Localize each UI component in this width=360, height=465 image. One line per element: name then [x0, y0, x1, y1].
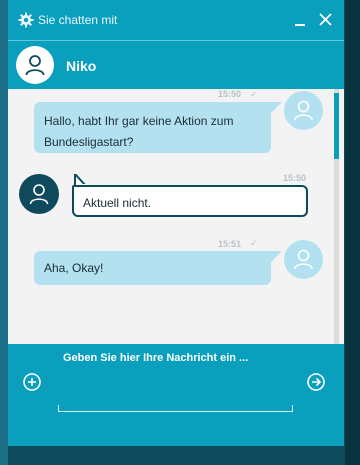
- agent-message-avatar: [19, 174, 59, 214]
- window-title: Sie chatten mit: [38, 13, 118, 27]
- agent-message-bubble: Aktuell nicht.: [72, 185, 308, 217]
- message-text: Aktuell nicht.: [83, 196, 152, 210]
- user-avatar: [284, 240, 323, 279]
- user-icon: [294, 100, 313, 121]
- page-background-left: [0, 0, 8, 465]
- message-input[interactable]: Geben Sie hier Ihre Nachricht ein ...: [63, 352, 248, 364]
- message-text: Hallo, habt Ihr gar keine Aktion zum Bun…: [44, 114, 234, 149]
- message-timestamp: 15:51: [218, 239, 242, 249]
- title-bar: Sie chatten mit: [8, 0, 344, 41]
- user-icon: [294, 249, 313, 270]
- user-icon: [29, 184, 49, 205]
- user-message-bubble: Aha, Okay!: [34, 251, 271, 285]
- user-icon: [25, 55, 45, 76]
- message-timestamp: 15:50: [218, 89, 242, 99]
- page-background-right: [345, 0, 360, 465]
- user-message-bubble: Hallo, habt Ihr gar keine Aktion zum Bun…: [34, 102, 271, 153]
- message-timestamp: 15:50: [283, 173, 307, 183]
- agent-avatar: [16, 46, 54, 84]
- chat-widget: Sie chatten mit Niko 15:50 ✓ Hallo, habt…: [8, 0, 344, 446]
- bubble-tail: [271, 102, 282, 113]
- gear-icon[interactable]: [18, 12, 34, 28]
- read-check-icon: ✓: [250, 238, 258, 248]
- agent-header: Niko: [8, 41, 344, 89]
- minimize-icon[interactable]: [295, 24, 305, 26]
- close-icon[interactable]: [319, 13, 332, 26]
- scrollbar-thumb[interactable]: [334, 93, 339, 159]
- bubble-tail: [271, 251, 282, 262]
- agent-name: Niko: [66, 58, 97, 74]
- read-check-icon: ✓: [250, 89, 258, 99]
- arrow-right-circle-icon[interactable]: [307, 373, 325, 391]
- plus-circle-icon[interactable]: [23, 373, 41, 391]
- message-text: Aha, Okay!: [44, 261, 104, 275]
- message-composer: Geben Sie hier Ihre Nachricht ein ...: [8, 344, 344, 446]
- input-underline[interactable]: [58, 405, 293, 412]
- message-list: 15:50 ✓ Hallo, habt Ihr gar keine Aktion…: [8, 89, 344, 344]
- user-avatar: [284, 91, 323, 130]
